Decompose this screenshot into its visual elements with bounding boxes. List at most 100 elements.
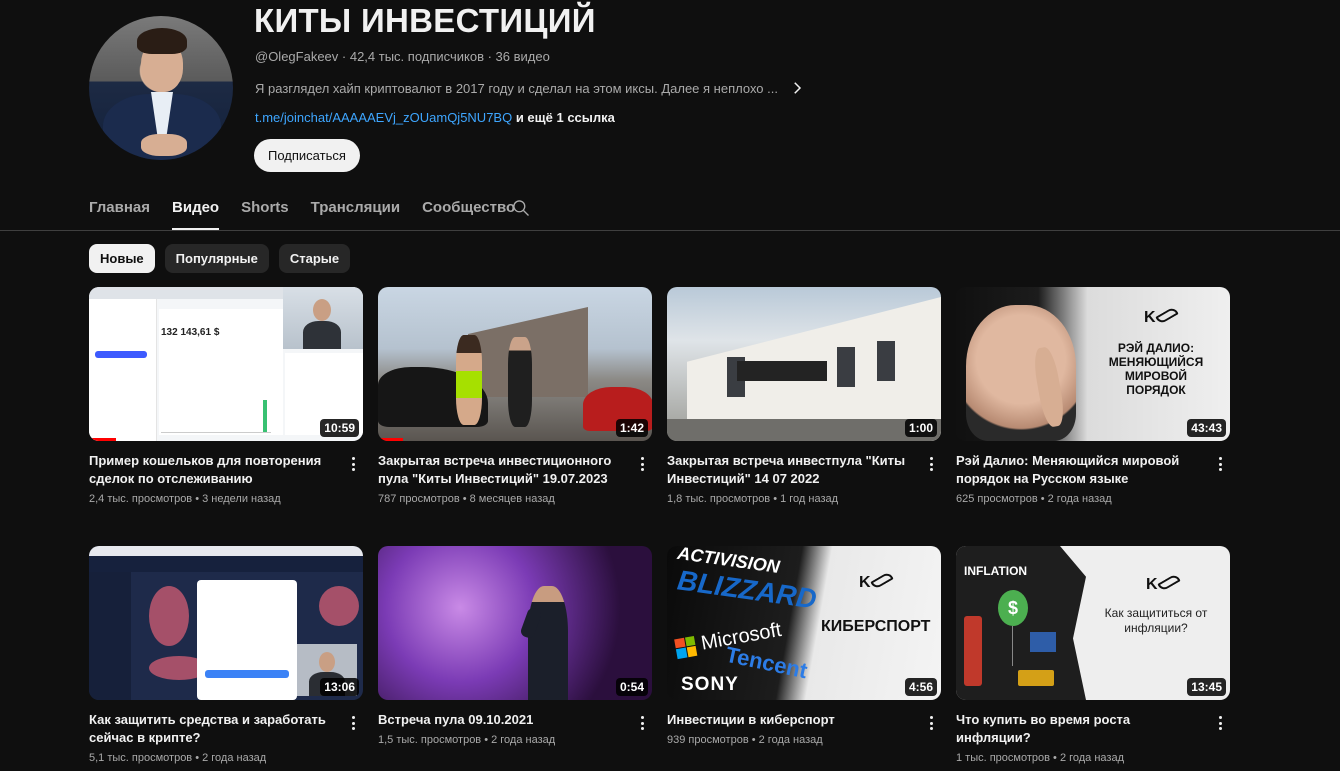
exchange-topbar [89, 556, 363, 572]
channel-page: КИТЫ ИНВЕСТИЦИЙ @OlegFakeev · 42,4 тыс. … [0, 0, 1340, 771]
video-title[interactable]: Встреча пула 09.10.2021 [378, 711, 618, 729]
video-meta: 2,4 тыс. просмотров • 3 недели назад [89, 493, 281, 505]
tab-home[interactable]: Главная [89, 190, 150, 230]
channel-logo-icon: K [1144, 306, 1180, 331]
wallet-amount: 132 143,61 $ [161, 327, 220, 338]
woman-figure [456, 335, 482, 425]
dollar-balloon-icon: $ [998, 590, 1028, 626]
balloon-string [1012, 626, 1013, 666]
video-title[interactable]: Как защитить средства и заработать сейча… [89, 711, 329, 747]
microsoft-squares-icon [674, 635, 698, 659]
video-meta: 1,8 тыс. просмотров • 1 год назад [667, 493, 839, 505]
more-actions-icon[interactable] [1212, 714, 1228, 732]
window-graphic [837, 347, 855, 387]
chevron-right-icon[interactable] [788, 79, 806, 97]
thumbnail-caption: РЭЙ ДАЛИО: МЕНЯЮЩИЙСЯ МИРОВОЙ ПОРЯДОК [1108, 341, 1204, 397]
search-icon[interactable] [511, 198, 531, 218]
chip-popular[interactable]: Популярные [164, 244, 269, 273]
subscribe-button[interactable]: Подписаться [254, 139, 360, 172]
thumbnail-caption: КИБЕРСПОРТ [821, 618, 931, 635]
video-card[interactable]: 1:42 Закрытая встреча инвестиционного пу… [378, 287, 652, 546]
video-card[interactable]: ACTIVISION BLIZZARD Microsoft Tencent SO… [667, 546, 941, 771]
video-meta: 1 тыс. просмотров • 2 года назад [956, 752, 1125, 764]
thumbnail-caption: Как защититься от инфляции? [1104, 606, 1208, 635]
sony-logo: SONY [681, 674, 739, 695]
avatar-hands [141, 134, 187, 156]
webcam-person-head [313, 299, 331, 321]
channel-links: t.me/joinchat/AAAAAEVj_zOUamQj5NU7BQ и е… [255, 110, 615, 125]
video-title[interactable]: Рэй Далио: Меняющийся мировой порядок на… [956, 452, 1196, 488]
tabs-divider [0, 230, 1340, 231]
video-meta: 5,1 тыс. просмотров • 2 года назад [89, 752, 267, 764]
video-thumbnail[interactable]: 1:42 [378, 287, 652, 441]
speaker-figure [528, 586, 568, 700]
channel-tabs: Главная Видео Shorts Трансляции Сообщест… [89, 190, 515, 230]
more-actions-icon[interactable] [923, 455, 939, 473]
video-meta: 787 просмотров • 8 месяцев назад [378, 493, 555, 505]
video-meta: 1,5 тыс. просмотров • 2 года назад [378, 734, 556, 746]
video-card[interactable]: 1:00 Закрытая встреча инвестпула "Киты И… [667, 287, 941, 546]
browser-bar [89, 546, 363, 556]
exchange-panel [197, 580, 297, 700]
video-title[interactable]: Инвестиции в киберспорт [667, 711, 907, 729]
tab-shorts[interactable]: Shorts [241, 190, 289, 230]
channel-description[interactable]: Я разглядел хайп криптовалют в 2017 году… [255, 79, 806, 97]
video-duration: 13:45 [1187, 678, 1226, 696]
webcam-overlay [283, 287, 363, 349]
video-title[interactable]: Закрытая встреча инвестиционного пула "К… [378, 452, 618, 488]
more-actions-icon[interactable] [923, 714, 939, 732]
channel-title: КИТЫ ИНВЕСТИЦИЙ [254, 2, 596, 39]
inflation-label: INFLATION [964, 564, 1028, 578]
more-actions-icon[interactable] [1212, 455, 1228, 473]
channel-description-text: Я разглядел хайп криптовалют в 2017 году… [255, 80, 778, 96]
video-thumbnail[interactable]: K РЭЙ ДАЛИО: МЕНЯЮЩИЙСЯ МИРОВОЙ ПОРЯДОК … [956, 287, 1230, 441]
video-thumbnail[interactable]: 13:06 [89, 546, 363, 700]
sidebar-button-graphic [95, 351, 147, 358]
webcam-person-head [319, 652, 335, 672]
entrance-canopy [737, 361, 827, 381]
webcam-person-body [303, 321, 341, 349]
video-thumbnail[interactable]: INFLATION $ K Как защититься от инфляции… [956, 546, 1230, 700]
more-actions-icon[interactable] [634, 455, 650, 473]
more-actions-icon[interactable] [345, 455, 361, 473]
wallet-chart [161, 397, 271, 433]
wallet-sidebar [89, 299, 157, 441]
exchange-button-graphic [205, 670, 289, 678]
video-title[interactable]: Закрытая встреча инвестпула "Киты Инвест… [667, 452, 907, 488]
chip-newest[interactable]: Новые [89, 244, 155, 273]
tab-live[interactable]: Трансляции [311, 190, 400, 230]
video-card[interactable]: 0:54 Встреча пула 09.10.2021 1,5 тыс. пр… [378, 546, 652, 771]
video-thumbnail[interactable]: 1:00 [667, 287, 941, 441]
watch-progress [89, 438, 117, 441]
tab-community[interactable]: Сообщество [422, 190, 515, 230]
man-figure [508, 337, 532, 427]
video-thumbnail[interactable]: 132 143,61 $ 10:59 [89, 287, 363, 441]
video-duration: 0:54 [615, 678, 648, 696]
video-thumbnail[interactable]: 0:54 [378, 546, 652, 700]
more-actions-icon[interactable] [634, 714, 650, 732]
house-icon [1030, 632, 1056, 652]
video-duration: 43:43 [1187, 419, 1226, 437]
video-card[interactable]: INFLATION $ K Как защититься от инфляции… [956, 546, 1230, 771]
video-thumbnail[interactable]: ACTIVISION BLIZZARD Microsoft Tencent SO… [667, 546, 941, 700]
sort-chips: Новые Популярные Старые [89, 244, 351, 273]
video-duration: 1:00 [904, 419, 937, 437]
video-title[interactable]: Что купить во время роста инфляции? [956, 711, 1196, 747]
more-links[interactable]: и ещё 1 ссылка [512, 110, 615, 125]
video-meta: 625 просмотров • 2 года назад [956, 493, 1112, 505]
more-actions-icon[interactable] [345, 714, 361, 732]
video-card[interactable]: K РЭЙ ДАЛИО: МЕНЯЮЩИЙСЯ МИРОВОЙ ПОРЯДОК … [956, 287, 1230, 546]
channel-avatar[interactable] [89, 16, 233, 160]
chip-oldest[interactable]: Старые [278, 244, 351, 273]
video-duration: 13:06 [320, 678, 359, 696]
tab-videos[interactable]: Видео [172, 190, 220, 230]
video-meta: 939 просмотров • 2 года назад [667, 734, 823, 746]
video-card[interactable]: 132 143,61 $ 10:59 Пример кошельков для … [89, 287, 363, 546]
video-title[interactable]: Пример кошельков для повторения сделок п… [89, 452, 329, 488]
street-graphic [667, 419, 941, 441]
video-card[interactable]: 13:06 Как защитить средства и заработать… [89, 546, 363, 771]
channel-logo-icon: K [1146, 573, 1182, 598]
telegram-link[interactable]: t.me/joinchat/AAAAAEVj_zOUamQj5NU7BQ [255, 110, 512, 125]
avatar-hair [137, 28, 187, 54]
watch-progress [378, 438, 403, 441]
